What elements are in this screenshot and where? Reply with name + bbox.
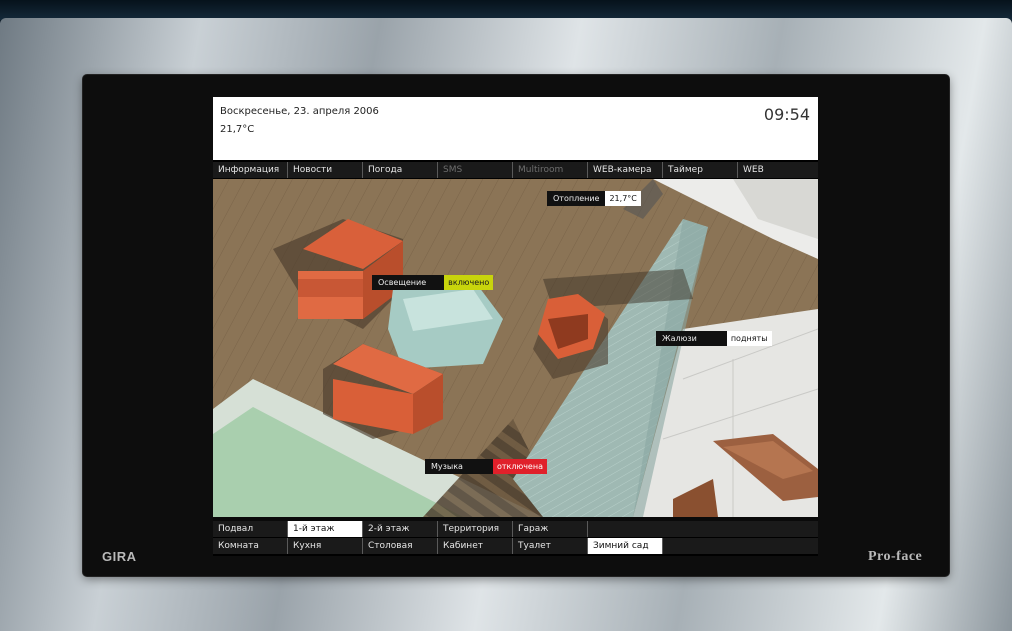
lighting-label: Освещение bbox=[372, 275, 445, 290]
music-label: Музыка bbox=[425, 459, 493, 474]
floors-nav: Подвал 1-й этаж 2-й этаж Территория Гара… bbox=[213, 521, 818, 537]
heating-value: 21,7°C bbox=[605, 191, 641, 206]
blinds-status[interactable]: Жалюзи подняты bbox=[656, 331, 772, 346]
heating-status[interactable]: Отопление 21,7°C bbox=[547, 191, 641, 206]
touch-screen: Воскресенье, 23. апреля 2006 21,7°C 09:5… bbox=[213, 97, 818, 556]
header-panel: Воскресенье, 23. апреля 2006 21,7°C 09:5… bbox=[213, 97, 818, 160]
heating-label: Отопление bbox=[547, 191, 606, 206]
tab-timer[interactable]: Таймер bbox=[663, 162, 738, 178]
room-view: Отопление 21,7°C Освещение включено Жалю… bbox=[213, 179, 818, 517]
tab-toilet[interactable]: Туалет bbox=[513, 538, 588, 554]
temperature-label: 21,7°C bbox=[220, 124, 255, 135]
date-label: Воскресенье, 23. апреля 2006 bbox=[220, 106, 379, 117]
tab-room[interactable]: Комната bbox=[213, 538, 288, 554]
tab-territory[interactable]: Территория bbox=[438, 521, 513, 537]
tab-web[interactable]: WEB bbox=[738, 162, 818, 178]
tab-dining-room[interactable]: Столовая bbox=[363, 538, 438, 554]
music-status[interactable]: Музыка отключена bbox=[425, 459, 547, 474]
tab-kitchen[interactable]: Кухня bbox=[288, 538, 363, 554]
music-value: отключена bbox=[492, 459, 547, 474]
blinds-label: Жалюзи bbox=[656, 331, 727, 346]
gira-logo: GIRA bbox=[102, 549, 137, 564]
rooms-nav: Комната Кухня Столовая Кабинет Туалет Зи… bbox=[213, 538, 818, 554]
tab-information[interactable]: Информация bbox=[213, 162, 288, 178]
top-nav: Информация Новости Погода SMS Multiroom … bbox=[213, 162, 818, 178]
background-top bbox=[0, 0, 1012, 20]
blinds-value: подняты bbox=[726, 331, 772, 346]
proface-logo: Pro-face bbox=[868, 549, 923, 564]
tab-winter-garden[interactable]: Зимний сад bbox=[588, 538, 663, 554]
lighting-status[interactable]: Освещение включено bbox=[372, 275, 494, 290]
tab-garage[interactable]: Гараж bbox=[513, 521, 588, 537]
clock-label: 09:54 bbox=[763, 105, 810, 124]
tab-empty bbox=[588, 521, 818, 537]
lighting-value: включено bbox=[444, 275, 494, 290]
tab-news[interactable]: Новости bbox=[288, 162, 363, 178]
tab-first-floor[interactable]: 1-й этаж bbox=[288, 521, 363, 537]
tab-study[interactable]: Кабинет bbox=[438, 538, 513, 554]
tab-multiroom[interactable]: Multiroom bbox=[513, 162, 588, 178]
tab-web-camera[interactable]: WEB-камера bbox=[588, 162, 663, 178]
tab-basement[interactable]: Подвал bbox=[213, 521, 288, 537]
tab-second-floor[interactable]: 2-й этаж bbox=[363, 521, 438, 537]
tab-weather[interactable]: Погода bbox=[363, 162, 438, 178]
tab-sms[interactable]: SMS bbox=[438, 162, 513, 178]
tab-empty bbox=[663, 538, 818, 554]
